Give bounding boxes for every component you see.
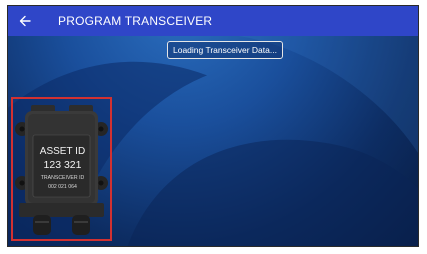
page-title: PROGRAM TRANSCEIVER xyxy=(58,14,213,28)
app-screen: PROGRAM TRANSCEIVER Loading Transceiver … xyxy=(7,5,419,247)
back-button[interactable] xyxy=(8,6,42,36)
transceiver-id-label: TRANSCEIVER ID xyxy=(40,175,85,181)
arrow-left-icon xyxy=(19,15,31,27)
asset-id-value: 123 321 xyxy=(43,159,82,171)
transceiver-id-value: 002 021 064 xyxy=(48,184,77,190)
asset-id-label: ASSET ID xyxy=(39,146,86,157)
transceiver-device-card[interactable]: ASSET ID 123 321 TRANSCEIVER ID 002 021 … xyxy=(11,97,112,241)
loading-status: Loading Transceiver Data... xyxy=(167,41,283,59)
app-header: PROGRAM TRANSCEIVER xyxy=(8,6,418,36)
